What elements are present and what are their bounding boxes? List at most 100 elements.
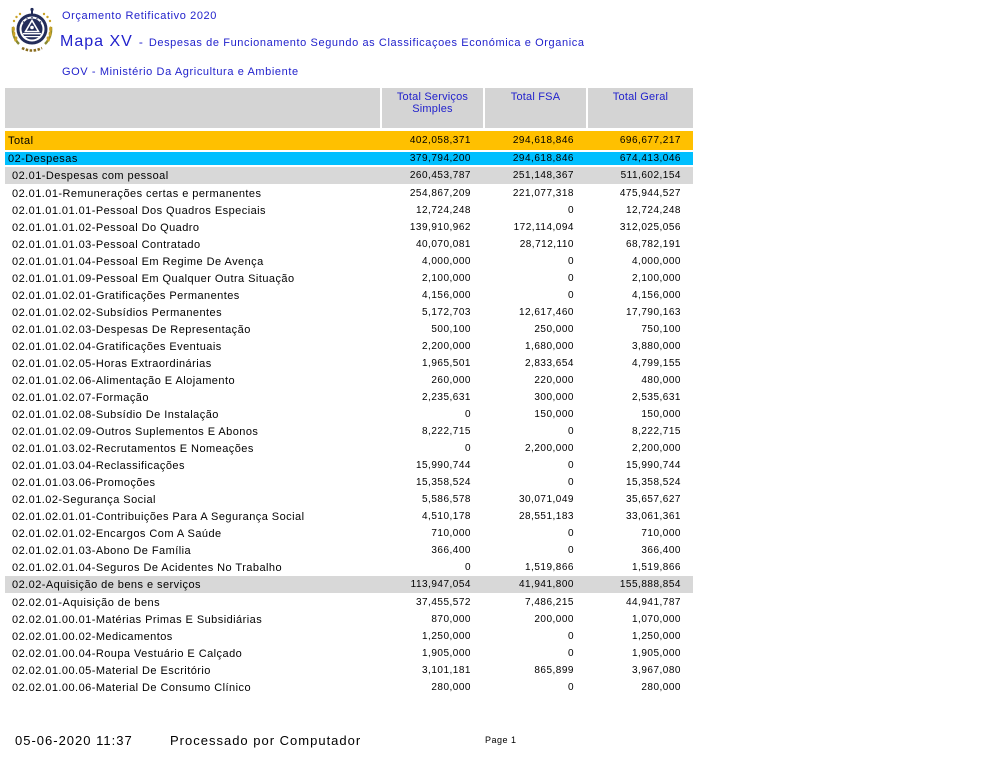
table-row: 02.02.01.00.02-Medicamentos 1,250,000 0 1,2…	[5, 628, 693, 645]
row-label: 02.01.02.01.03-Abono De Família	[12, 544, 192, 557]
table-row: 02.01.01.01.01-Pessoal Dos Quadros Espec…	[5, 202, 693, 219]
row-label: 02.01.01.02.04-Gratificações Eventuais	[12, 340, 222, 353]
table-row: 02.01.01.03.02-Recrutamentos E Nomeações…	[5, 440, 693, 457]
row-value: 2,235,631	[422, 392, 471, 403]
row-value: 0	[567, 528, 574, 539]
row-label: 02.01.01.02.03-Despesas De Representação	[12, 323, 251, 336]
col-header-empty	[5, 88, 380, 128]
row-value: 41,941,800	[518, 579, 574, 590]
row-label: 02.02.01.00.05-Material De Escritório	[12, 664, 211, 677]
table-row: 02.01.01.02.02-Subsídios Permanentes 5,17…	[5, 304, 693, 321]
row-value: 2,100,000	[422, 273, 471, 284]
row-value: 0	[567, 545, 574, 556]
row-value: 4,156,000	[422, 290, 471, 301]
row-label: 02.01.01.02.09-Outros Suplementos E Abon…	[12, 425, 259, 438]
row-value: 220,000	[534, 375, 574, 386]
row-value: 1,965,501	[422, 358, 471, 369]
row-value: 0	[464, 443, 471, 454]
table-row: Total 402,058,371 294,618,846 696,677,217	[5, 131, 693, 152]
row-label: 02.01.01.02.08-Subsídio De Instalação	[12, 408, 219, 421]
row-value: 280,000	[431, 682, 471, 693]
table-row: 02.01.01.01.04-Pessoal Em Regime De Aven…	[5, 253, 693, 270]
row-value: 0	[464, 409, 471, 420]
row-value: 7,486,215	[525, 597, 574, 608]
row-value: 30,071,049	[518, 494, 574, 505]
footer-processed-text: Processado por Computador	[170, 733, 362, 748]
row-value: 200,000	[534, 614, 574, 625]
table-row: 02.01.02.01.04-Seguros De Acidentes No T…	[5, 559, 693, 576]
row-value: 710,000	[431, 528, 471, 539]
col-header-total-fsa: Total FSA	[483, 88, 586, 128]
row-value: 33,061,361	[625, 511, 681, 522]
table-row: 02.01.01.02.06-Alimentação E Alojamento 2…	[5, 372, 693, 389]
table-row: 02.01.02-Segurança Social 5,586,578 30,071…	[5, 491, 693, 508]
row-value: 1,905,000	[632, 648, 681, 659]
table-row: 02.01.01.02.08-Subsídio De Instalação 0 15…	[5, 406, 693, 423]
row-value: 750,100	[641, 324, 681, 335]
table-row: 02.01.01.02.04-Gratificações Eventuais 2,…	[5, 338, 693, 355]
table-row: 02.01.01.02.05-Horas Extraordinárias 1,96…	[5, 355, 693, 372]
row-value: 40,070,081	[415, 239, 471, 250]
row-label: 02.01.01-Remunerações certas e permanent…	[12, 187, 262, 200]
row-value: 3,880,000	[632, 341, 681, 352]
map-title-line: Mapa XV - Despesas de Funcionamento Segund…	[60, 33, 585, 51]
table-body: Total 402,058,371 294,618,846 696,677,217 02…	[5, 131, 693, 696]
row-value: 1,519,866	[525, 562, 574, 573]
footer-page-number: Page 1	[485, 735, 517, 745]
table-row: 02.01.01.01.09-Pessoal Em Qualquer Outra…	[5, 270, 693, 287]
row-label: Total	[8, 134, 34, 147]
row-value: 113,947,054	[410, 579, 471, 590]
row-value: 870,000	[431, 614, 471, 625]
table-row: 02.01.01.02.03-Despesas De Representação…	[5, 321, 693, 338]
row-label: 02.01.01.01.09-Pessoal Em Qualquer Outra…	[12, 272, 295, 285]
row-value: 12,724,248	[415, 205, 471, 216]
row-value: 2,100,000	[632, 273, 681, 284]
row-value: 3,101,181	[422, 665, 471, 676]
row-label: 02.01.02.01.04-Seguros De Acidentes No T…	[12, 561, 283, 574]
row-value: 710,000	[641, 528, 681, 539]
row-value: 37,455,572	[415, 597, 471, 608]
row-value: 0	[567, 631, 574, 642]
row-value: 8,222,715	[632, 426, 681, 437]
row-value: 0	[567, 682, 574, 693]
row-value: 221,077,318	[512, 188, 574, 199]
row-value: 1,519,866	[632, 562, 681, 573]
table-row: 02-Despesas 379,794,200 294,618,846 674,413…	[5, 152, 693, 167]
table-row: 02.01.01.01.03-Pessoal Contratado 40,070,…	[5, 236, 693, 253]
row-value: 0	[567, 426, 574, 437]
org-line: GOV - Ministério Da Agricultura e Ambien…	[62, 66, 299, 78]
row-value: 300,000	[534, 392, 574, 403]
row-value: 254,867,209	[409, 188, 471, 199]
row-value: 12,724,248	[625, 205, 681, 216]
row-value: 44,941,787	[625, 597, 681, 608]
row-value: 511,602,154	[620, 170, 681, 181]
row-value: 402,058,371	[409, 135, 471, 146]
table-row: 02.01.01.03.06-Promoções 15,358,524 0 15,35…	[5, 474, 693, 491]
row-value: 366,400	[431, 545, 471, 556]
row-value: 280,000	[641, 682, 681, 693]
row-value: 8,222,715	[422, 426, 471, 437]
row-value: 500,100	[431, 324, 471, 335]
row-value: 0	[567, 460, 574, 471]
table-row: 02.01.01.02.01-Gratificações Permanentes…	[5, 287, 693, 304]
row-value: 475,944,527	[619, 188, 681, 199]
row-value: 2,833,654	[525, 358, 574, 369]
row-label: 02.01-Despesas com pessoal	[12, 169, 169, 182]
row-label: 02.01.01.02.06-Alimentação E Alojamento	[12, 374, 236, 387]
row-value: 5,172,703	[422, 307, 471, 318]
row-value: 4,510,178	[422, 511, 471, 522]
row-value: 294,618,846	[512, 153, 574, 164]
table-row: 02.01-Despesas com pessoal 260,453,787 251…	[5, 167, 693, 185]
row-value: 2,535,631	[632, 392, 681, 403]
table-row: 02.01.02.01.01-Contribuições Para A Segu…	[5, 508, 693, 525]
row-value: 15,358,524	[625, 477, 681, 488]
row-label: 02.01.02.01.02-Encargos Com A Saúde	[12, 527, 222, 540]
row-value: 294,618,846	[512, 135, 574, 146]
row-value: 35,657,627	[625, 494, 681, 505]
row-value: 4,156,000	[632, 290, 681, 301]
footer-datetime: 05-06-2020 11:37	[15, 733, 133, 748]
row-value: 250,000	[534, 324, 574, 335]
row-label: 02.02.01-Aquisição de bens	[12, 596, 161, 609]
table-row: 02.02.01.00.05-Material De Escritório 3,1…	[5, 662, 693, 679]
row-value: 1,905,000	[422, 648, 471, 659]
